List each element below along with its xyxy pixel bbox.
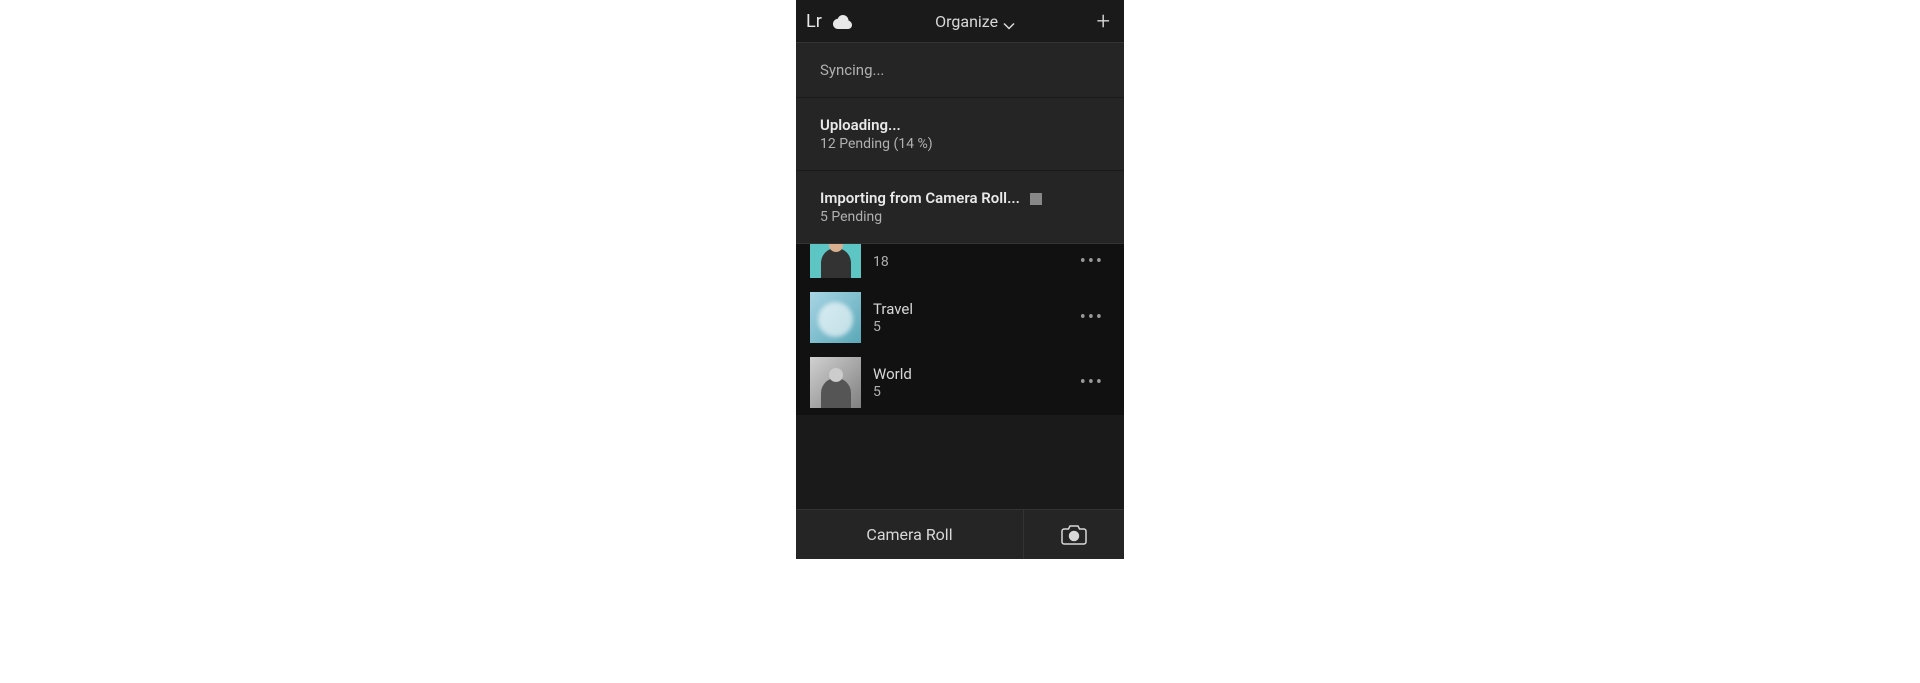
stop-import-icon[interactable] <box>1030 193 1042 205</box>
add-button[interactable]: + <box>1092 7 1114 35</box>
importing-row[interactable]: Importing from Camera Roll... 5 Pending <box>796 171 1124 243</box>
album-item[interactable]: Travel 5 ••• <box>796 285 1124 350</box>
album-info: 18 <box>873 253 1074 270</box>
camera-roll-button[interactable]: Camera Roll <box>796 510 1024 559</box>
header-bar: Lr Organize + <box>796 0 1124 43</box>
syncing-row[interactable]: Syncing... <box>796 43 1124 98</box>
album-more-icon[interactable]: ••• <box>1074 301 1110 334</box>
chevron-down-icon <box>1003 15 1015 27</box>
album-thumbnail <box>810 292 861 343</box>
album-item[interactable]: 18 ••• <box>796 244 1124 285</box>
lightroom-logo: Lr <box>806 11 822 32</box>
view-selector[interactable]: Organize <box>858 12 1093 31</box>
uploading-subtitle: 12 Pending (14 %) <box>820 136 1100 152</box>
cloud-sync-icon[interactable] <box>830 9 854 33</box>
view-title: Organize <box>935 12 998 31</box>
album-list: 18 ••• Travel 5 ••• World 5 ••• <box>796 244 1124 415</box>
album-name: World <box>873 365 1074 383</box>
album-more-icon[interactable]: ••• <box>1074 245 1110 278</box>
album-info: World 5 <box>873 365 1074 400</box>
uploading-title: Uploading... <box>820 116 1100 134</box>
sync-status-panel: Syncing... Uploading... 12 Pending (14 %… <box>796 43 1124 244</box>
uploading-row[interactable]: Uploading... 12 Pending (14 %) <box>796 98 1124 171</box>
album-count: 5 <box>873 319 1074 335</box>
importing-subtitle: 5 Pending <box>820 209 1100 225</box>
album-more-icon[interactable]: ••• <box>1074 366 1110 399</box>
album-name: Travel <box>873 300 1074 318</box>
album-info: Travel 5 <box>873 300 1074 335</box>
app-screen: Lr Organize + Syncing... Uploading... 12… <box>796 0 1124 559</box>
album-item[interactable]: World 5 ••• <box>796 350 1124 415</box>
album-count: 18 <box>873 254 1074 270</box>
album-count: 5 <box>873 384 1074 400</box>
bottom-bar: Camera Roll <box>796 509 1124 559</box>
syncing-label: Syncing... <box>820 61 1100 79</box>
camera-icon <box>1061 524 1087 546</box>
camera-button[interactable] <box>1024 510 1124 559</box>
importing-title: Importing from Camera Roll... <box>820 189 1020 207</box>
album-thumbnail <box>810 357 861 408</box>
album-thumbnail <box>810 244 861 278</box>
